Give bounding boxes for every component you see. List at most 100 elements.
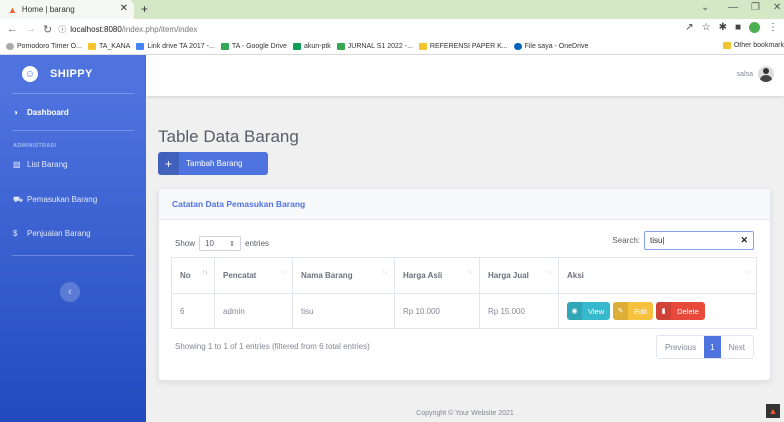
user-menu[interactable]: salsa: [737, 66, 774, 82]
column-label: Harga Jual: [488, 271, 529, 280]
minimize-icon[interactable]: —: [728, 2, 738, 13]
tab-title: Home | barang: [21, 5, 75, 14]
column-header-harga-asli[interactable]: Harga Asli ↑↓: [394, 257, 480, 294]
sidebar: ☺ SHIPPY ◑ Dashboard ADMINISTRASI ▧ List…: [0, 55, 146, 422]
data-card: Catatan Data Pemasukan Barang Show 10 ⇕ …: [158, 188, 771, 381]
bookmark-label: JURNAL S1 2022 -...: [347, 43, 413, 50]
brand[interactable]: ☺ SHIPPY: [0, 55, 146, 93]
other-bookmarks[interactable]: Other bookmark: [718, 42, 784, 49]
column-header-pencatat[interactable]: Pencatat ↑↓: [214, 257, 293, 294]
cell-pencatat: admin: [214, 293, 293, 329]
search-box: Search: tisu | ✕: [612, 231, 754, 250]
profile-icon[interactable]: [749, 22, 760, 33]
bookmark-label: Pomodoro Timer O...: [17, 43, 82, 50]
previous-button[interactable]: Previous: [657, 336, 704, 358]
search-input[interactable]: tisu | ✕: [644, 231, 754, 250]
card-title: Catatan Data Pemasukan Barang: [159, 189, 770, 220]
forward-icon[interactable]: →: [25, 23, 36, 35]
sidebar-item-label: Dashboard: [27, 107, 69, 117]
delete-button[interactable]: ▮ Delete: [656, 302, 705, 320]
codeigniter-toolbar-icon[interactable]: ▲: [766, 404, 780, 418]
sidepanel-icon[interactable]: ■: [735, 22, 741, 33]
browser-tab[interactable]: ▲ Home | barang ✕: [0, 0, 134, 19]
docs-icon: [136, 43, 145, 50]
sidebar-divider: [12, 255, 134, 256]
browser-tab-bar: ▲ Home | barang ✕ + ⌄ — ❐ ✕: [0, 0, 784, 19]
bookmark-2[interactable]: Link drive TA 2017 -...: [136, 43, 215, 50]
select-arrows-icon: ⇕: [229, 240, 236, 248]
entries-value: 10: [205, 239, 214, 248]
view-label: View: [588, 306, 605, 316]
sort-icon: ↑↓: [382, 270, 388, 276]
clear-search-icon[interactable]: ✕: [740, 235, 748, 246]
chevron-left-icon: ‹: [68, 286, 72, 298]
url-field[interactable]: ⓘ localhost:8080/index.php/item/index: [58, 24, 197, 35]
table-row: 6 admin tisu Rp 10.000 Rp 15.000 ◉ View ✎ E…: [171, 293, 757, 329]
bookmark-label: REFERENSI PAPER K...: [429, 43, 508, 50]
share-icon[interactable]: ↗: [685, 22, 693, 33]
star-icon[interactable]: ☆: [702, 22, 711, 33]
bookmark-icon: [6, 43, 14, 50]
column-header-nama-barang[interactable]: Nama Barang ↑↓: [292, 257, 395, 294]
codeigniter-icon: ▲: [8, 4, 17, 15]
edit-button[interactable]: ✎ Edit: [613, 302, 654, 320]
sidebar-item-list-barang[interactable]: ▧ List Barang: [0, 153, 146, 176]
sidebar-toggle-button[interactable]: ‹: [60, 282, 80, 302]
show-label: Show: [175, 239, 196, 248]
bookmark-6[interactable]: REFERENSI PAPER K...: [418, 43, 508, 50]
back-icon[interactable]: ←: [7, 23, 18, 35]
column-header-harga-jual[interactable]: Harga Jual ↑↓: [479, 257, 559, 294]
next-button[interactable]: Next: [721, 336, 753, 358]
reload-icon[interactable]: ↻: [43, 23, 52, 36]
cell-harga-jual: Rp 15.000: [479, 293, 559, 329]
column-label: Nama Barang: [301, 271, 353, 280]
sidebar-item-label: Pemasukan Barang: [27, 195, 98, 204]
sidebar-item-pemasukan-barang[interactable]: ⛟ Pemasukan Barang: [0, 176, 146, 213]
bookmark-5[interactable]: JURNAL S1 2022 -...: [336, 43, 413, 50]
avatar: [758, 66, 774, 82]
column-label: Harga Asli: [403, 271, 443, 280]
menu-icon[interactable]: ⋮: [768, 22, 778, 33]
sidebar-item-dashboard[interactable]: ◑ Dashboard: [0, 94, 146, 130]
bookmark-7[interactable]: File saya - OneDrive: [513, 43, 588, 50]
entries-select[interactable]: 10 ⇕: [199, 236, 242, 251]
sort-icon: ↑↓: [744, 270, 750, 276]
new-tab-icon[interactable]: +: [141, 2, 148, 16]
column-header-no[interactable]: No ↑↓: [171, 257, 215, 294]
close-tab-icon[interactable]: ✕: [120, 3, 128, 14]
column-header-aksi[interactable]: Aksi ↑↓: [558, 257, 757, 294]
topbar: salsa: [146, 55, 784, 96]
bookmark-label: akun-ptk: [303, 43, 331, 50]
footer: Copyright © Your Website 2021: [416, 410, 514, 417]
view-button[interactable]: ◉ View: [567, 302, 611, 320]
bookmarks-bar: Pomodoro Timer O... TA_KANA Link drive T…: [0, 39, 784, 55]
bookmark-0[interactable]: Pomodoro Timer O...: [6, 43, 82, 50]
bookmark-label: Link drive TA 2017 -...: [147, 43, 215, 50]
bookmark-3[interactable]: TA - Google Drive: [220, 43, 287, 50]
url-host: localhost:8080: [70, 24, 122, 34]
edit-label: Edit: [634, 306, 648, 316]
add-item-button[interactable]: + Tambah Barang: [158, 152, 268, 175]
bookmark-1[interactable]: TA_KANA: [87, 43, 130, 50]
drive-icon: [220, 43, 229, 50]
sidebar-item-label: List Barang: [27, 160, 68, 169]
tab-search-icon[interactable]: ⌄: [701, 2, 709, 13]
maximize-icon[interactable]: ❐: [751, 2, 760, 13]
sheets-icon: [292, 43, 301, 50]
page-1-button[interactable]: 1: [704, 336, 721, 358]
sidebar-item-penjualan-barang[interactable]: $ Penjualan Barang: [0, 213, 146, 247]
cell-harga-asli: Rp 10.000: [394, 293, 480, 329]
cell-nama-barang: tisu: [292, 293, 395, 329]
column-label: No: [180, 271, 191, 280]
drive-icon: [336, 43, 345, 50]
extensions-icon[interactable]: ✱: [719, 22, 727, 33]
truck-icon: ⛟: [13, 194, 24, 204]
sort-icon: ↑↓: [467, 270, 473, 276]
delete-label: Delete: [677, 306, 699, 316]
close-window-icon[interactable]: ✕: [773, 2, 781, 13]
url-path: /index.php/item/index: [121, 24, 198, 34]
data-table: No ↑↓ Pencatat ↑↓ Nama Barang ↑↓ Harga Asli…: [171, 257, 757, 329]
cell-aksi: ◉ View ✎ Edit ▮ Delete: [558, 293, 757, 329]
entries-length: Show 10 ⇕ entries: [175, 236, 269, 251]
bookmark-4[interactable]: akun-ptk: [292, 43, 331, 50]
